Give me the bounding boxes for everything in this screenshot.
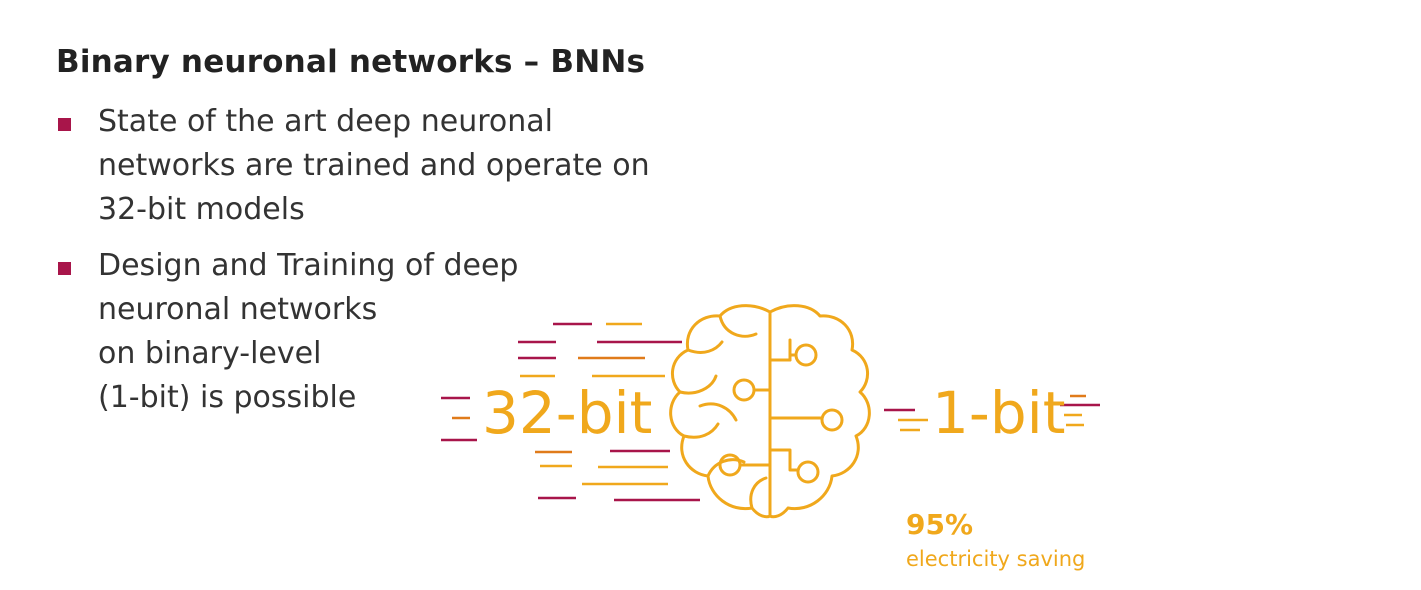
stat-caption: electricity saving (906, 547, 1085, 571)
label-32-bit: 32-bit (482, 379, 652, 447)
brain-circuit-icon (669, 304, 871, 519)
label-1-bit: 1-bit (932, 379, 1066, 447)
bnn-illustration: 32-bit 1-bit 95% electricity saving (441, 304, 1100, 571)
stat-value: 95% (906, 508, 973, 541)
